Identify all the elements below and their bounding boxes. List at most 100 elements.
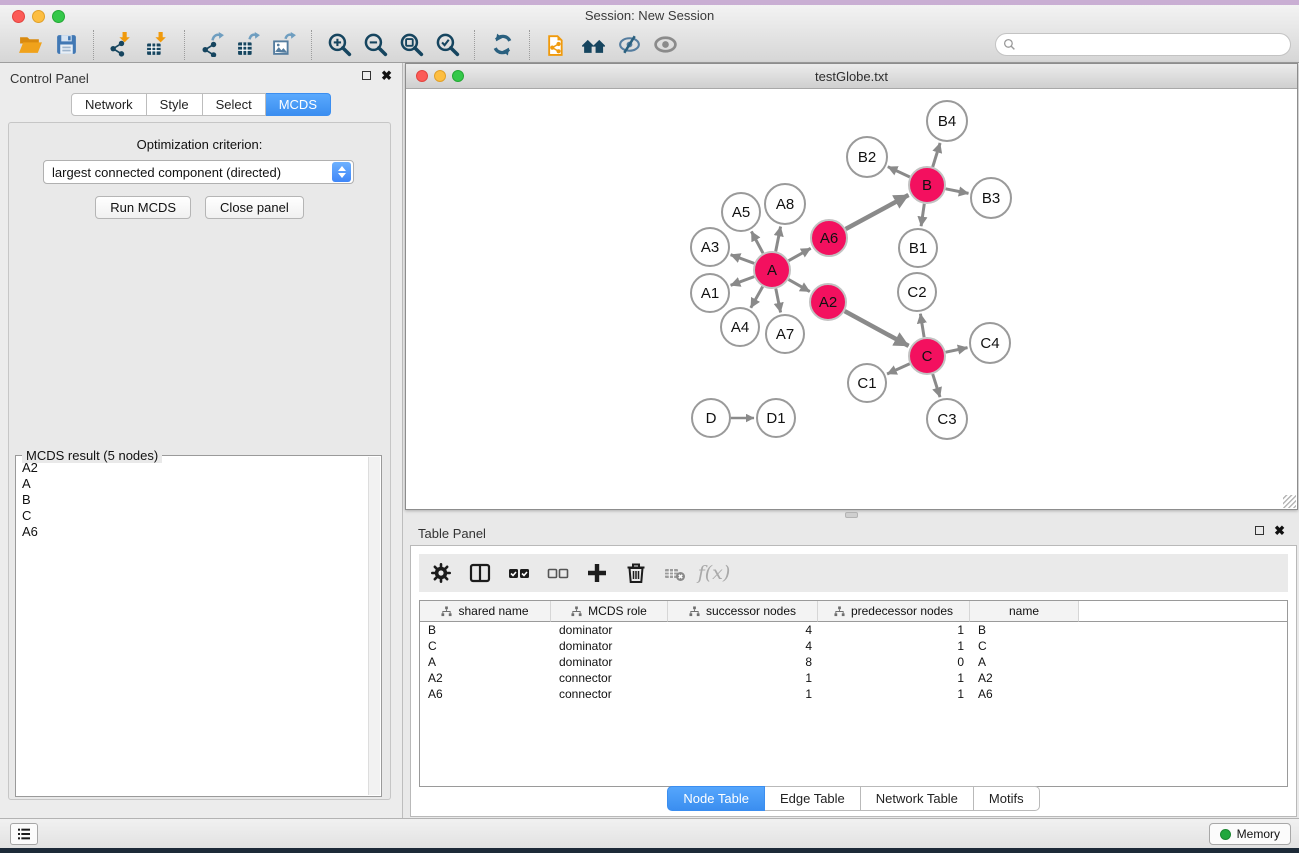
- save-session-button[interactable]: [48, 30, 84, 60]
- show-panels-button[interactable]: [10, 823, 38, 845]
- create-column-button[interactable]: [583, 559, 611, 587]
- search-input[interactable]: [1016, 38, 1290, 52]
- table-row[interactable]: Adominator80A: [420, 654, 1287, 670]
- resize-grip-icon[interactable]: [1283, 495, 1296, 508]
- graph-edge-A-A4[interactable]: [751, 287, 763, 308]
- graph-edge-B-B1[interactable]: [921, 204, 924, 226]
- import-table-button[interactable]: [139, 30, 175, 60]
- graph-edge-C-C4[interactable]: [946, 348, 968, 353]
- run-mcds-button[interactable]: Run MCDS: [95, 196, 191, 219]
- table-row[interactable]: A6connector11A6: [420, 686, 1287, 702]
- graph-edge-A-A8[interactable]: [776, 227, 781, 252]
- graph-node-A[interactable]: A: [754, 252, 790, 288]
- graph-edge-B-B3[interactable]: [946, 189, 969, 194]
- mcds-result-item[interactable]: A: [22, 476, 367, 492]
- close-table-panel-button[interactable]: ✖: [1274, 526, 1285, 535]
- graph-node-A5[interactable]: A5: [722, 193, 760, 231]
- graph-edge-A2-C[interactable]: [845, 311, 909, 346]
- unselect-all-columns-button[interactable]: [544, 559, 572, 587]
- zoom-selected-button[interactable]: [429, 30, 465, 60]
- table-row[interactable]: Cdominator41C: [420, 638, 1287, 654]
- graph-node-A1[interactable]: A1: [691, 274, 729, 312]
- graph-node-C[interactable]: C: [909, 338, 945, 374]
- column-header-name[interactable]: name: [970, 601, 1079, 622]
- import-network-button[interactable]: [103, 30, 139, 60]
- network-window-titlebar[interactable]: testGlobe.txt: [406, 64, 1297, 89]
- zoom-out-button[interactable]: [357, 30, 393, 60]
- graph-edge-A6-B[interactable]: [846, 195, 909, 229]
- network-graph[interactable]: B4B2BB3A5A8A6A3B1AA1C2A2A4A7C4CC1C3DD1: [406, 90, 1297, 509]
- graph-node-C4[interactable]: C4: [970, 323, 1010, 363]
- column-header-MCDS-role[interactable]: MCDS role: [551, 601, 668, 622]
- graph-node-A6[interactable]: A6: [811, 220, 847, 256]
- mcds-result-item[interactable]: A6: [22, 524, 367, 540]
- graph-edge-C-C1[interactable]: [887, 364, 910, 374]
- graph-edge-A-A1[interactable]: [731, 277, 755, 286]
- graph-edge-C-C2[interactable]: [920, 314, 924, 338]
- column-header-predecessor-nodes[interactable]: predecessor nodes: [818, 601, 970, 622]
- tab-select[interactable]: Select: [203, 93, 266, 116]
- graph-node-A3[interactable]: A3: [691, 228, 729, 266]
- graph-node-B1[interactable]: B1: [899, 229, 937, 267]
- close-panel-button[interactable]: ✖: [381, 71, 392, 80]
- graph-edge-B-B2[interactable]: [888, 167, 910, 177]
- table-mode-button[interactable]: [466, 559, 494, 587]
- graph-node-A4[interactable]: A4: [721, 308, 759, 346]
- graph-node-A2[interactable]: A2: [810, 284, 846, 320]
- select-all-columns-button[interactable]: [505, 559, 533, 587]
- mcds-result-item[interactable]: C: [22, 508, 367, 524]
- tab-style[interactable]: Style: [147, 93, 203, 116]
- export-network-button[interactable]: [194, 30, 230, 60]
- memory-button[interactable]: Memory: [1209, 823, 1291, 845]
- close-panel-button[interactable]: Close panel: [205, 196, 304, 219]
- table-settings-button[interactable]: [427, 559, 455, 587]
- table-row[interactable]: A2connector11A2: [420, 670, 1287, 686]
- graph-node-B3[interactable]: B3: [971, 178, 1011, 218]
- refresh-view-button[interactable]: [484, 30, 520, 60]
- tab-network-table[interactable]: Network Table: [861, 786, 974, 811]
- mcds-result-list[interactable]: A2ABCA6: [22, 460, 367, 794]
- graph-edge-A-A5[interactable]: [751, 231, 763, 253]
- table-row[interactable]: Bdominator41B: [420, 622, 1287, 638]
- optimization-criterion-dropdown[interactable]: largest connected component (directed): [43, 160, 354, 184]
- show-graphics-button[interactable]: [647, 30, 683, 60]
- graph-node-A8[interactable]: A8: [765, 184, 805, 224]
- column-header-shared-name[interactable]: shared name: [420, 601, 551, 622]
- graph-node-B[interactable]: B: [909, 167, 945, 203]
- graph-edge-A-A7[interactable]: [776, 289, 781, 313]
- graph-node-B2[interactable]: B2: [847, 137, 887, 177]
- delete-table-button[interactable]: [661, 559, 689, 587]
- graph-node-C3[interactable]: C3: [927, 399, 967, 439]
- export-table-button[interactable]: [230, 30, 266, 60]
- mcds-result-item[interactable]: B: [22, 492, 367, 508]
- zoom-fit-button[interactable]: [393, 30, 429, 60]
- houses-button[interactable]: [575, 30, 611, 60]
- new-network-from-selection-button[interactable]: [539, 30, 575, 60]
- panel-divider-handle[interactable]: [845, 512, 858, 518]
- mcds-result-item[interactable]: A2: [22, 460, 367, 476]
- graph-edge-A-A6[interactable]: [789, 248, 811, 260]
- open-session-button[interactable]: [12, 30, 48, 60]
- graph-node-B4[interactable]: B4: [927, 101, 967, 141]
- tab-node-table[interactable]: Node Table: [667, 786, 765, 811]
- network-canvas[interactable]: B4B2BB3A5A8A6A3B1AA1C2A2A4A7C4CC1C3DD1: [406, 90, 1297, 509]
- tab-mcds[interactable]: MCDS: [266, 93, 331, 116]
- float-table-panel-button[interactable]: [1255, 526, 1264, 535]
- graph-edge-C-C3[interactable]: [933, 374, 940, 397]
- hide-graphics-button[interactable]: [611, 30, 647, 60]
- function-builder-button[interactable]: f(x): [700, 559, 728, 587]
- graph-node-A7[interactable]: A7: [766, 315, 804, 353]
- float-panel-button[interactable]: [362, 71, 371, 80]
- graph-node-C1[interactable]: C1: [848, 364, 886, 402]
- tab-motifs[interactable]: Motifs: [974, 786, 1040, 811]
- tab-edge-table[interactable]: Edge Table: [765, 786, 861, 811]
- search-box[interactable]: [995, 33, 1291, 56]
- graph-node-C2[interactable]: C2: [898, 273, 936, 311]
- export-image-button[interactable]: [266, 30, 302, 60]
- zoom-in-button[interactable]: [321, 30, 357, 60]
- tab-network[interactable]: Network: [71, 93, 147, 116]
- scrollbar-track[interactable]: [368, 457, 380, 795]
- delete-columns-button[interactable]: [622, 559, 650, 587]
- graph-node-D[interactable]: D: [692, 399, 730, 437]
- graph-edge-A-A2[interactable]: [789, 279, 810, 291]
